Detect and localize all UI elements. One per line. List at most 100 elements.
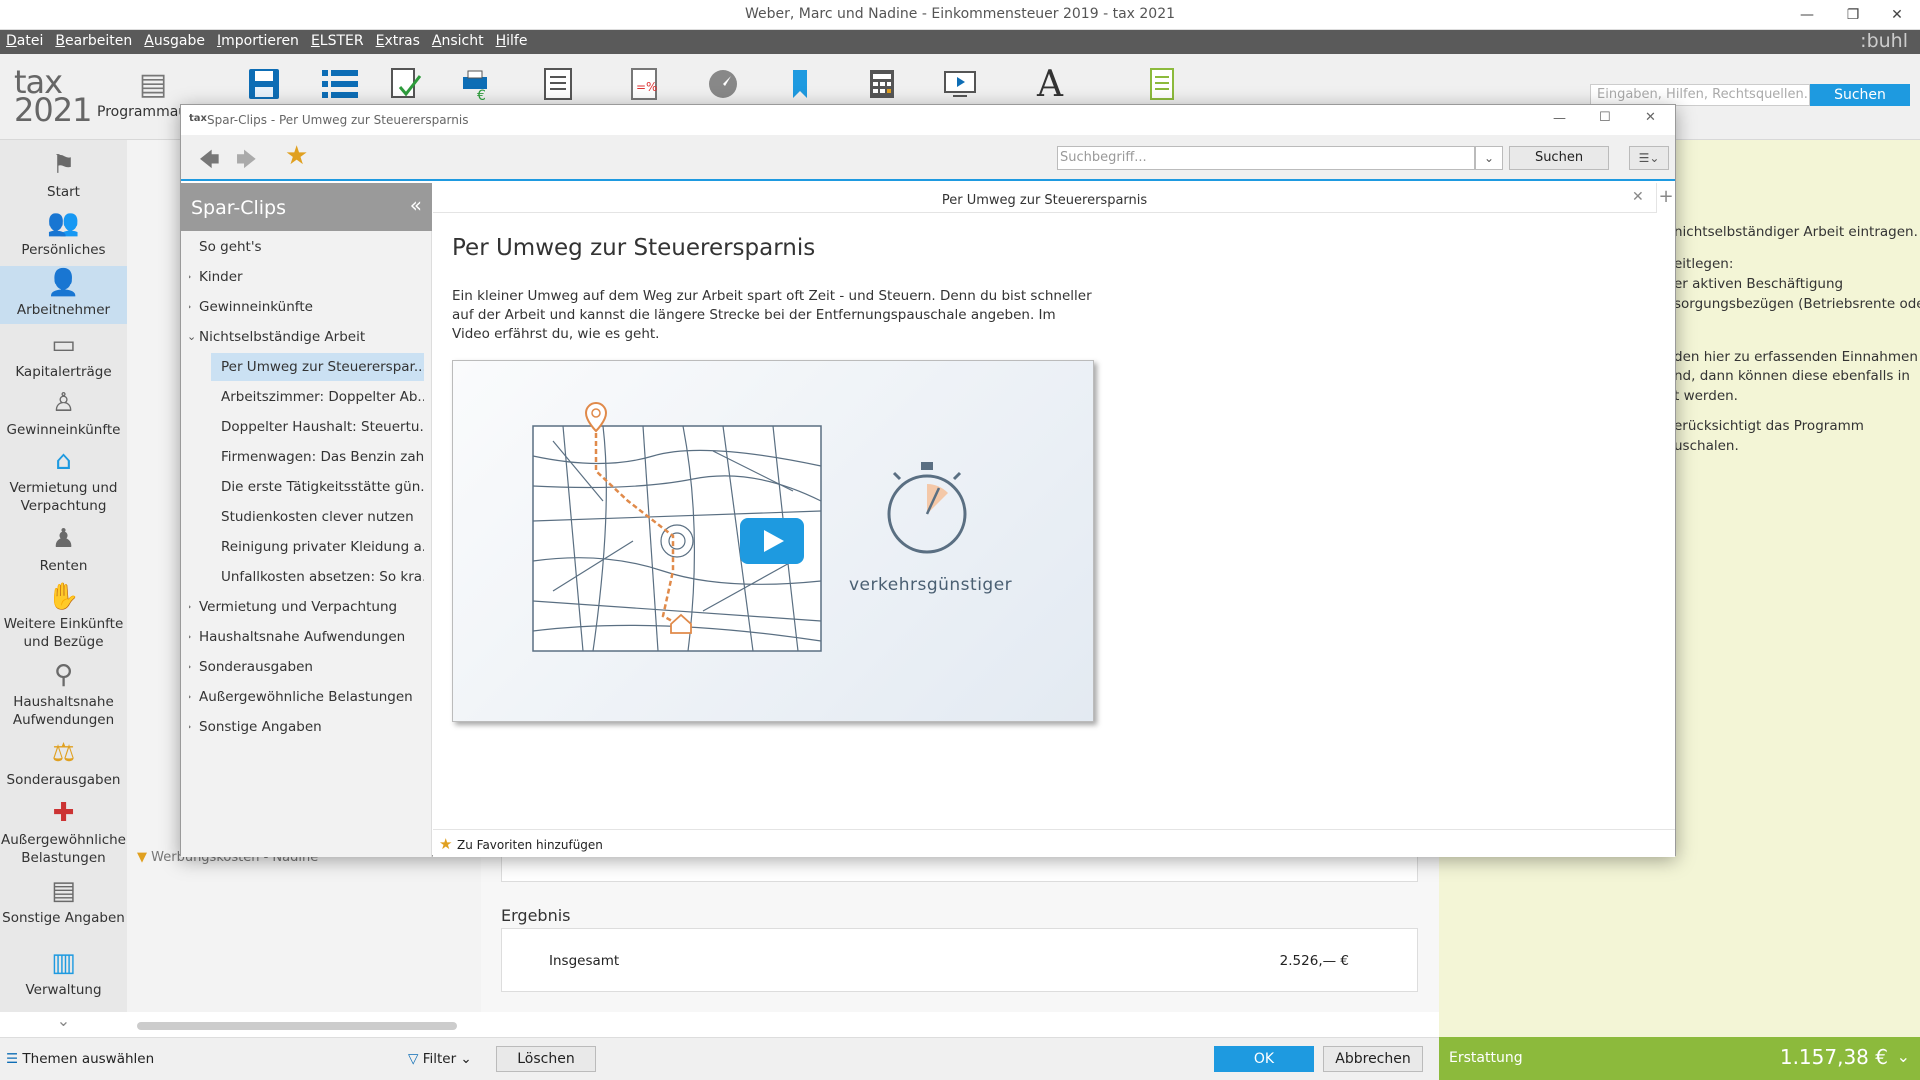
notes-icon[interactable] [1142,64,1182,104]
video-icon[interactable] [940,64,980,104]
themes-button[interactable]: ☰ Themen auswählen [6,1051,154,1067]
status-icon: ▼ [137,850,147,865]
chevron-icon: › [189,623,191,651]
sidebar-item[interactable]: › Vermietung und Verpachtung [189,593,424,621]
dialog-close-icon[interactable]: ✕ [1645,110,1656,125]
sidebar-item[interactable]: › Sonderausgaben [189,653,424,681]
search-dropdown-chevron-icon[interactable]: ⌄ [1475,146,1503,170]
refund-bar[interactable]: Erstattung 1.157,38 € ⌄ [1439,1037,1920,1080]
calculator-icon[interactable] [862,64,902,104]
menu-options-icon[interactable]: ☰⌄ [1629,146,1669,170]
forward-arrow-icon[interactable]: 🡆 [236,145,257,179]
form-icon[interactable] [538,64,578,104]
nav-verwaltung[interactable]: ▥ Verwaltung [0,948,127,999]
bookmark-icon[interactable] [780,64,820,104]
cancel-button[interactable]: Abbrechen [1323,1046,1423,1072]
clip-description: Ein kleiner Umweg auf dem Weg zur Arbeit… [452,288,1092,342]
print-euro-icon[interactable]: € [458,64,498,104]
back-arrow-icon[interactable]: 🡄 [199,145,220,179]
nav-sonderausgaben[interactable]: ⚖ Sonderausgaben [0,738,127,789]
nav-renten[interactable]: ♟ Renten [0,524,127,575]
sidebar-item[interactable]: Per Umweg zur Steuererspar... [211,353,424,381]
nav-start[interactable]: ⚑ Start [0,150,127,201]
menu-hilfe[interactable]: Hilfe [490,30,534,49]
nav-kapitalertraege[interactable]: ▭ Kapitalerträge [0,330,127,381]
sidebar-item[interactable]: › Sonstige Angaben [189,713,424,741]
restore-icon[interactable]: ❐ [1830,0,1876,30]
chevron-icon: › [189,263,191,291]
sidebar-item-label: Sonderausgaben [199,659,313,675]
global-search-input[interactable]: Eingaben, Hilfen, Rechtsquellen... [1590,84,1810,106]
minimize-icon[interactable]: — [1784,0,1830,30]
sidebar-item[interactable]: Firmenwagen: Das Benzin zah... [211,443,424,471]
close-icon[interactable]: ✕ [1874,0,1920,30]
refund-value: 1.157,38 € [1779,1045,1888,1069]
nav-scroll-down-icon[interactable]: ⌄ [0,1012,127,1030]
info-line: erücksichtigt das Programm [1674,418,1864,434]
delete-button[interactable]: Löschen [496,1046,596,1072]
nav-arbeitnehmer[interactable]: 👤 Arbeitnehmer [0,266,127,324]
menu-ausgabe[interactable]: Ausgabe [138,30,211,49]
chevron-icon: › [189,653,191,681]
sidebar-item-label: Gewinneinkünfte [199,299,313,315]
ok-button[interactable]: OK [1214,1046,1314,1072]
clip-search-input[interactable]: Suchbegriff... [1057,146,1475,170]
menu-datei[interactable]: Datei [0,30,49,49]
font-size-icon[interactable]: A [1030,64,1070,105]
sidebar-item[interactable]: Doppelter Haushalt: Steuertu... [211,413,424,441]
global-search-button[interactable]: Suchen [1810,84,1910,106]
sidebar-item[interactable]: Studienkosten clever nutzen [211,503,424,531]
nav-gewinneinkuenfte[interactable]: ♙ Gewinneinkünfte [0,388,127,439]
sidebar-item[interactable]: › Kinder [189,263,424,291]
sidebar-item-label: Die erste Tätigkeitsstätte gün... [221,479,424,495]
nav-sonstige[interactable]: ▤ Sonstige Angaben [0,876,127,927]
menu-elster[interactable]: ELSTER [305,30,370,49]
sidebar-item[interactable]: › Haushaltsnahe Aufwendungen [189,623,424,651]
sidebar-item[interactable]: › Gewinneinkünfte [189,293,424,321]
employee-icon: 👤 [47,268,80,298]
sidebar-item[interactable]: ⌄ Nichtselbständige Arbeit [189,323,424,351]
percent-document-icon[interactable]: =% [624,64,664,104]
signpost-icon: ⚑ [51,150,76,180]
list-icon[interactable] [320,64,360,104]
menu-bar: Datei Bearbeiten Ausgabe Importieren ELSTER E… [0,30,1920,54]
chevron-icon: › [189,713,191,741]
add-tab-icon[interactable]: + [1656,183,1675,213]
save-icon[interactable] [244,64,284,104]
menu-ansicht[interactable]: Ansicht [426,30,490,49]
tab-close-icon[interactable]: ✕ [1632,189,1644,205]
menu-extras[interactable]: Extras [370,30,426,49]
sidebar-header: Spar-Clips « [181,183,432,231]
program-icon[interactable]: ▤ [133,64,173,104]
menu-importieren[interactable]: Importieren [211,30,305,49]
sidebar-item-label: Reinigung privater Kleidung a... [221,539,424,555]
capital-icon: ▭ [51,330,76,360]
sidebar-item[interactable]: Reinigung privater Kleidung a... [211,533,424,561]
sidebar-item[interactable]: Unfallkosten absetzen: So kra... [211,563,424,591]
chevron-down-icon: ⌄ [1896,1047,1910,1066]
info-line: nd, dann können diese ebenfalls in [1674,368,1910,384]
add-to-favorites[interactable]: ★ Zu Favoriten hinzufügen [433,829,1675,857]
dialog-maximize-icon[interactable]: ☐ [1599,110,1611,125]
menu-bearbeiten[interactable]: Bearbeiten [49,30,138,49]
filter-button[interactable]: ▽ Filter ⌄ [408,1051,472,1067]
tree-horizontal-scrollbar[interactable] [137,1022,457,1030]
check-document-icon[interactable] [386,64,426,104]
clip-search-button[interactable]: Suchen [1509,146,1609,170]
nav-vermietung[interactable]: ⌂ Vermietung und Verpachtung [0,446,127,515]
video-player[interactable]: verkehrsgünstiger [452,360,1094,722]
info-line: uschalen. [1674,438,1739,454]
sidebar-item[interactable]: Die erste Tätigkeitsstätte gün... [211,473,424,501]
insgesamt-label: Insgesamt [549,953,620,969]
dialog-minimize-icon[interactable]: — [1553,111,1566,126]
nav-aussergewoehnliche[interactable]: ✚ Außergewöhnliche Belastungen [0,798,127,867]
sidebar-item[interactable]: Arbeitszimmer: Doppelter Ab... [211,383,424,411]
collapse-sidebar-icon[interactable]: « [410,193,422,217]
nav-haushaltsnahe[interactable]: ⚲ Haushaltsnahe Aufwendungen [0,660,127,729]
nav-weitere-einkuenfte[interactable]: ✋ Weitere Einkünfte und Bezüge [0,582,127,651]
favorites-star-icon[interactable]: ★ [285,141,308,171]
sidebar-item[interactable]: › Außergewöhnliche Belastungen [189,683,424,711]
nav-persoenliches[interactable]: 👥 Persönliches [0,208,127,259]
sidebar-item[interactable]: So geht's [189,233,424,261]
compass-icon[interactable] [703,64,743,104]
